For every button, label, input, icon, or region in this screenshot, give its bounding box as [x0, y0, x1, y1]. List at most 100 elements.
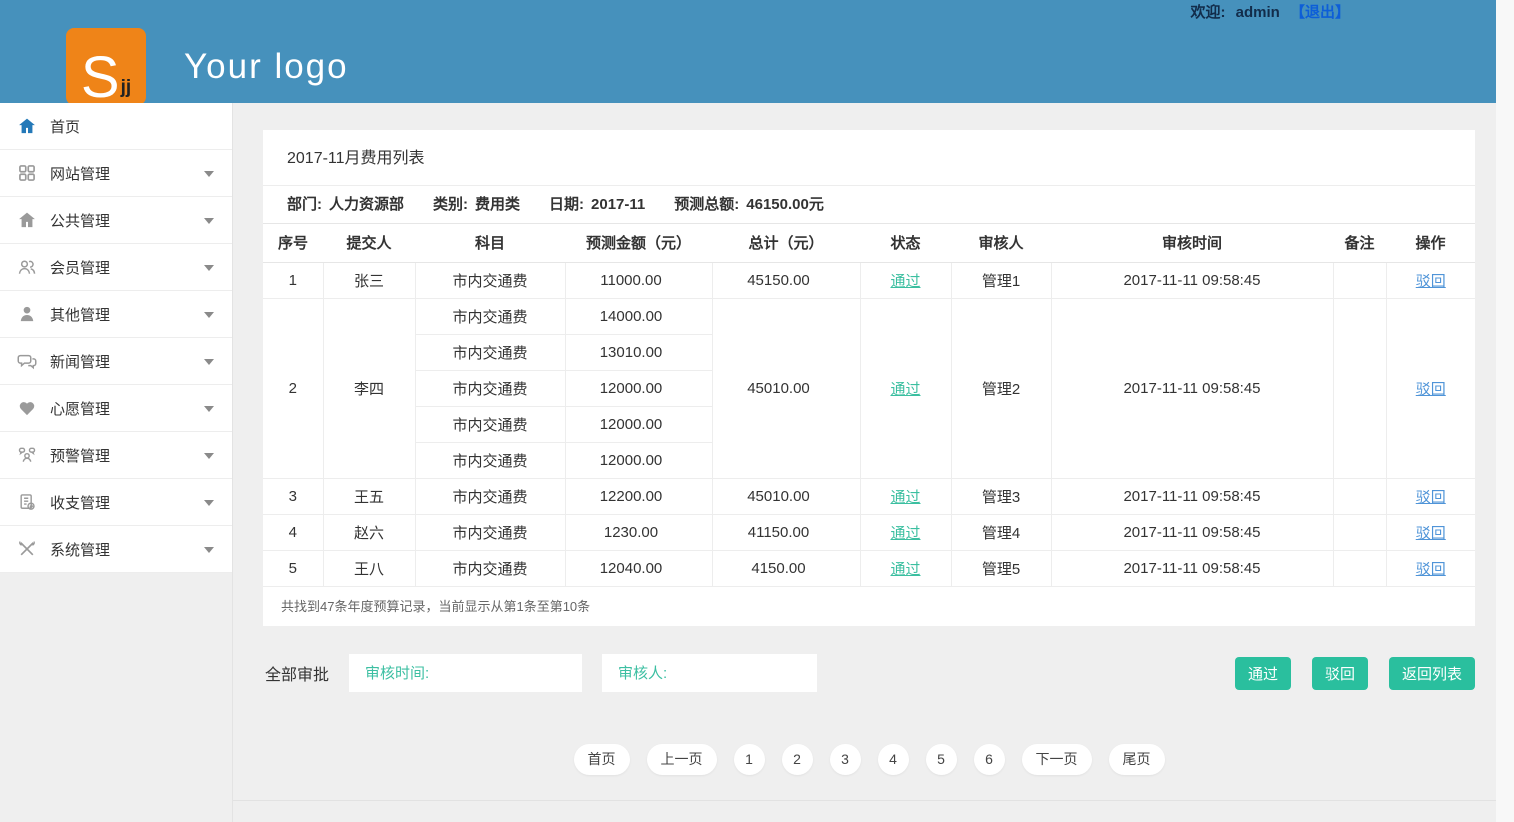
reject-link[interactable]: 驳回: [1416, 381, 1446, 398]
reject-link[interactable]: 驳回: [1416, 525, 1446, 542]
chevron-down-icon: [204, 265, 214, 271]
cell-subject: 市内交通费: [415, 514, 565, 550]
cell-reviewer: 管理3: [951, 478, 1051, 514]
filter-department: 部门:人力资源部: [287, 186, 404, 223]
filter-forecast-total: 预测总额:46150.00元: [674, 186, 824, 223]
column-header: 总计（元）: [712, 224, 860, 262]
reject-button[interactable]: 驳回: [1312, 657, 1368, 690]
sidebar-item-site[interactable]: 网站管理: [0, 150, 232, 197]
reject-link[interactable]: 驳回: [1416, 561, 1446, 578]
table-row: 1张三市内交通费11000.0045150.00通过管理12017-11-11 …: [263, 262, 1475, 298]
status-pass-link[interactable]: 通过: [890, 525, 920, 542]
sidebar-item-label: 公共管理: [50, 210, 110, 231]
pagination-prev[interactable]: 上一页: [647, 744, 717, 775]
approve-all-label: 全部审批: [265, 661, 329, 685]
sidebar-item-system[interactable]: 系统管理: [0, 526, 232, 573]
column-header: 审核人: [951, 224, 1051, 262]
pagination-first[interactable]: 首页: [574, 744, 630, 775]
pagination-page-5[interactable]: 5: [926, 744, 957, 775]
filter-date: 日期:2017-11: [549, 186, 645, 223]
column-header: 科目: [415, 224, 565, 262]
cell-reviewer: 管理4: [951, 514, 1051, 550]
cell-submitter: 张三: [323, 262, 415, 298]
cell-action: 驳回: [1386, 262, 1475, 298]
review-time-input[interactable]: [349, 654, 582, 692]
panel-title: 2017-11月费用列表: [263, 130, 1475, 186]
top-header: S jj Your logo 欢迎: admin 【退出】: [0, 0, 1496, 103]
cell-forecast-amount: 13010.00: [565, 334, 712, 370]
cell-review-time: 2017-11-11 09:58:45: [1051, 478, 1333, 514]
cell-subject: 市内交通费: [415, 550, 565, 586]
sidebar-item-home[interactable]: 首页: [0, 103, 232, 150]
welcome-bar: 欢迎: admin 【退出】: [1190, 1, 1350, 22]
cell-forecast-amount: 1230.00: [565, 514, 712, 550]
reviewer-input[interactable]: [602, 654, 817, 692]
column-header: 预测金额（元）: [565, 224, 712, 262]
logout-link[interactable]: 【退出】: [1290, 4, 1350, 21]
approval-buttons: 通过驳回返回列表: [1235, 657, 1475, 690]
column-header: 提交人: [323, 224, 415, 262]
cell-subject: 市内交通费: [415, 298, 565, 334]
cell-forecast-amount: 11000.00: [565, 262, 712, 298]
sidebar-item-member[interactable]: 会员管理: [0, 244, 232, 291]
logo-s-letter: S: [81, 50, 120, 105]
sidebar: 首页网站管理公共管理会员管理其他管理新闻管理心愿管理预警管理收支管理系统管理: [0, 103, 233, 822]
pagination-last[interactable]: 尾页: [1109, 744, 1165, 775]
cell-remark: [1333, 478, 1386, 514]
reject-link[interactable]: 驳回: [1416, 273, 1446, 290]
cell-submitter: 李四: [323, 298, 415, 478]
sidebar-item-label: 预警管理: [50, 445, 110, 466]
cell-status: 通过: [860, 298, 951, 478]
cell-total: 41150.00: [712, 514, 860, 550]
cell-forecast-amount: 12000.00: [565, 406, 712, 442]
result-summary: 共找到47条年度预算记录，当前显示从第1条至第10条: [263, 587, 1475, 626]
table-row: 3王五市内交通费12200.0045010.00通过管理32017-11-11 …: [263, 478, 1475, 514]
sidebar-item-wish[interactable]: 心愿管理: [0, 385, 232, 432]
filter-bar: 部门:人力资源部 类别:费用类 日期:2017-11 预测总额:46150.00…: [263, 186, 1475, 224]
sidebar-item-warning[interactable]: 预警管理: [0, 432, 232, 479]
pagination-page-1[interactable]: 1: [734, 744, 765, 775]
sidebar-item-label: 其他管理: [50, 304, 110, 325]
chevron-down-icon: [204, 359, 214, 365]
sidebar-item-label: 系统管理: [50, 539, 110, 560]
pagination-next[interactable]: 下一页: [1022, 744, 1092, 775]
sidebar-item-finance[interactable]: 收支管理: [0, 479, 232, 526]
sidebar-item-label: 网站管理: [50, 163, 110, 184]
cell-remark: [1333, 550, 1386, 586]
sidebar-item-other[interactable]: 其他管理: [0, 291, 232, 338]
status-pass-link[interactable]: 通过: [890, 381, 920, 398]
chevron-down-icon: [204, 171, 214, 177]
sidebar-item-news[interactable]: 新闻管理: [0, 338, 232, 385]
table-row: 5王八市内交通费12040.004150.00通过管理52017-11-11 0…: [263, 550, 1475, 586]
reject-link[interactable]: 驳回: [1416, 489, 1446, 506]
status-pass-link[interactable]: 通过: [890, 561, 920, 578]
footer-divider: [233, 800, 1496, 801]
home-icon: [16, 115, 38, 137]
status-pass-link[interactable]: 通过: [890, 273, 920, 290]
cell-submitter: 赵六: [323, 514, 415, 550]
cell-forecast-amount: 12000.00: [565, 370, 712, 406]
back-to-list-button[interactable]: 返回列表: [1389, 657, 1475, 690]
sidebar-item-public[interactable]: 公共管理: [0, 197, 232, 244]
cell-reviewer: 管理2: [951, 298, 1051, 478]
pass-button[interactable]: 通过: [1235, 657, 1291, 690]
brand-text: Your logo: [184, 47, 349, 87]
username: admin: [1236, 4, 1280, 21]
cell-review-time: 2017-11-11 09:58:45: [1051, 550, 1333, 586]
chevron-down-icon: [204, 547, 214, 553]
cell-action: 驳回: [1386, 478, 1475, 514]
cell-forecast-amount: 12000.00: [565, 442, 712, 478]
pagination-page-2[interactable]: 2: [782, 744, 813, 775]
column-header: 操作: [1386, 224, 1475, 262]
cell-subject: 市内交通费: [415, 334, 565, 370]
pagination-page-6[interactable]: 6: [974, 744, 1005, 775]
pagination-page-3[interactable]: 3: [830, 744, 861, 775]
cell-submitter: 王五: [323, 478, 415, 514]
heart-icon: [16, 397, 38, 419]
cell-review-time: 2017-11-11 09:58:45: [1051, 298, 1333, 478]
cell-subject: 市内交通费: [415, 478, 565, 514]
scrollbar-track[interactable]: [1496, 0, 1514, 822]
pagination-page-4[interactable]: 4: [878, 744, 909, 775]
status-pass-link[interactable]: 通过: [890, 489, 920, 506]
cell-status: 通过: [860, 262, 951, 298]
